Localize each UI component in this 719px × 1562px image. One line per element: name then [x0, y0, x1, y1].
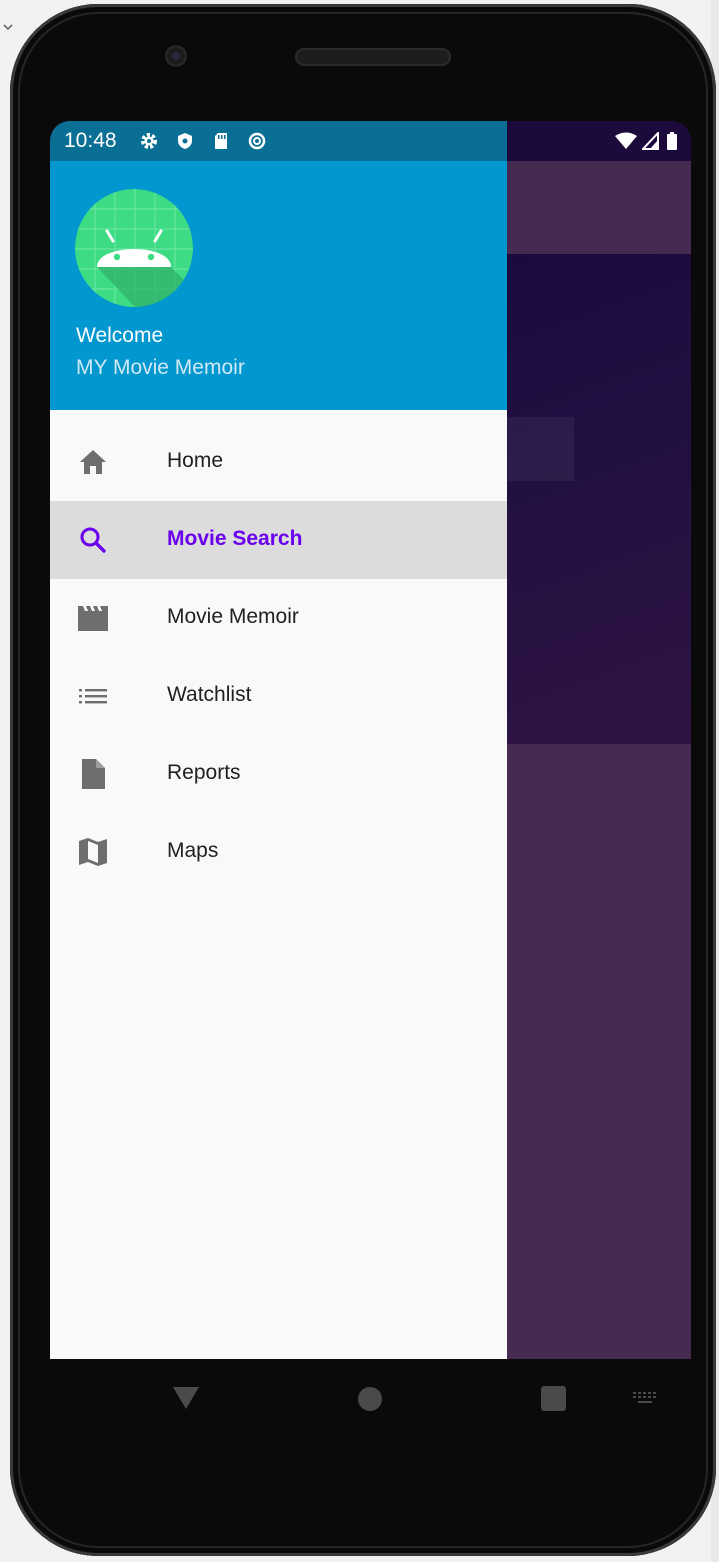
menu-label: Movie Search — [167, 527, 303, 550]
menu-label: Watchlist — [167, 683, 252, 706]
menu-label: Reports — [167, 761, 241, 784]
welcome-text: Welcome — [76, 324, 164, 347]
home-circle-icon[interactable] — [357, 1386, 383, 1412]
status-bar-left — [50, 121, 507, 161]
sync-circle-icon — [248, 132, 266, 150]
drawer-header: Welcome MY Movie Memoir — [50, 161, 507, 410]
menu-item-watchlist[interactable]: Watchlist — [50, 657, 507, 735]
movie-clapper-icon — [78, 606, 108, 631]
status-bar: 10:48 — [50, 121, 691, 161]
back-icon[interactable] — [172, 1386, 200, 1410]
hero-image — [507, 254, 691, 744]
navigation-drawer: Welcome MY Movie Memoir Home Movie Searc… — [50, 161, 507, 1359]
sd-card-icon — [215, 133, 227, 149]
menu-label: Home — [167, 449, 224, 472]
map-icon — [79, 838, 107, 866]
front-camera — [165, 45, 187, 67]
android-icon — [75, 189, 193, 307]
earpiece-speaker — [295, 48, 451, 66]
app-subtitle: MY Movie Memoir — [76, 356, 245, 379]
menu-label: Movie Memoir — [167, 605, 299, 628]
menu-item-movie-search[interactable]: Movie Search — [50, 501, 507, 579]
menu-label: Maps — [167, 839, 219, 862]
device-screen: 10:48 Welcome MY Movie Memoir Home Movie… — [50, 121, 691, 1359]
status-bar-right — [507, 121, 691, 161]
menu-item-maps[interactable]: Maps — [50, 813, 507, 891]
app-toolbar — [507, 161, 691, 254]
gear-icon — [141, 133, 157, 149]
home-icon — [80, 450, 106, 474]
search-icon — [80, 527, 106, 553]
menu-item-reports[interactable]: Reports — [50, 735, 507, 813]
signal-icon — [642, 132, 659, 150]
hero-overlay — [507, 417, 574, 481]
chevron-down-icon[interactable] — [3, 22, 13, 32]
battery-icon — [667, 132, 677, 150]
shield-icon — [178, 133, 192, 149]
menu-item-home[interactable]: Home — [50, 423, 507, 501]
status-time: 10:48 — [64, 129, 117, 152]
document-icon — [82, 759, 105, 789]
wifi-icon — [615, 132, 637, 149]
recents-icon[interactable] — [540, 1385, 567, 1412]
drawer-menu: Home Movie Search Movie Memoir Watchlist… — [50, 423, 507, 891]
list-icon — [79, 689, 107, 704]
phone-frame: 10:48 Welcome MY Movie Memoir Home Movie… — [10, 4, 716, 1556]
keyboard-icon[interactable] — [632, 1391, 658, 1407]
menu-item-movie-memoir[interactable]: Movie Memoir — [50, 579, 507, 657]
